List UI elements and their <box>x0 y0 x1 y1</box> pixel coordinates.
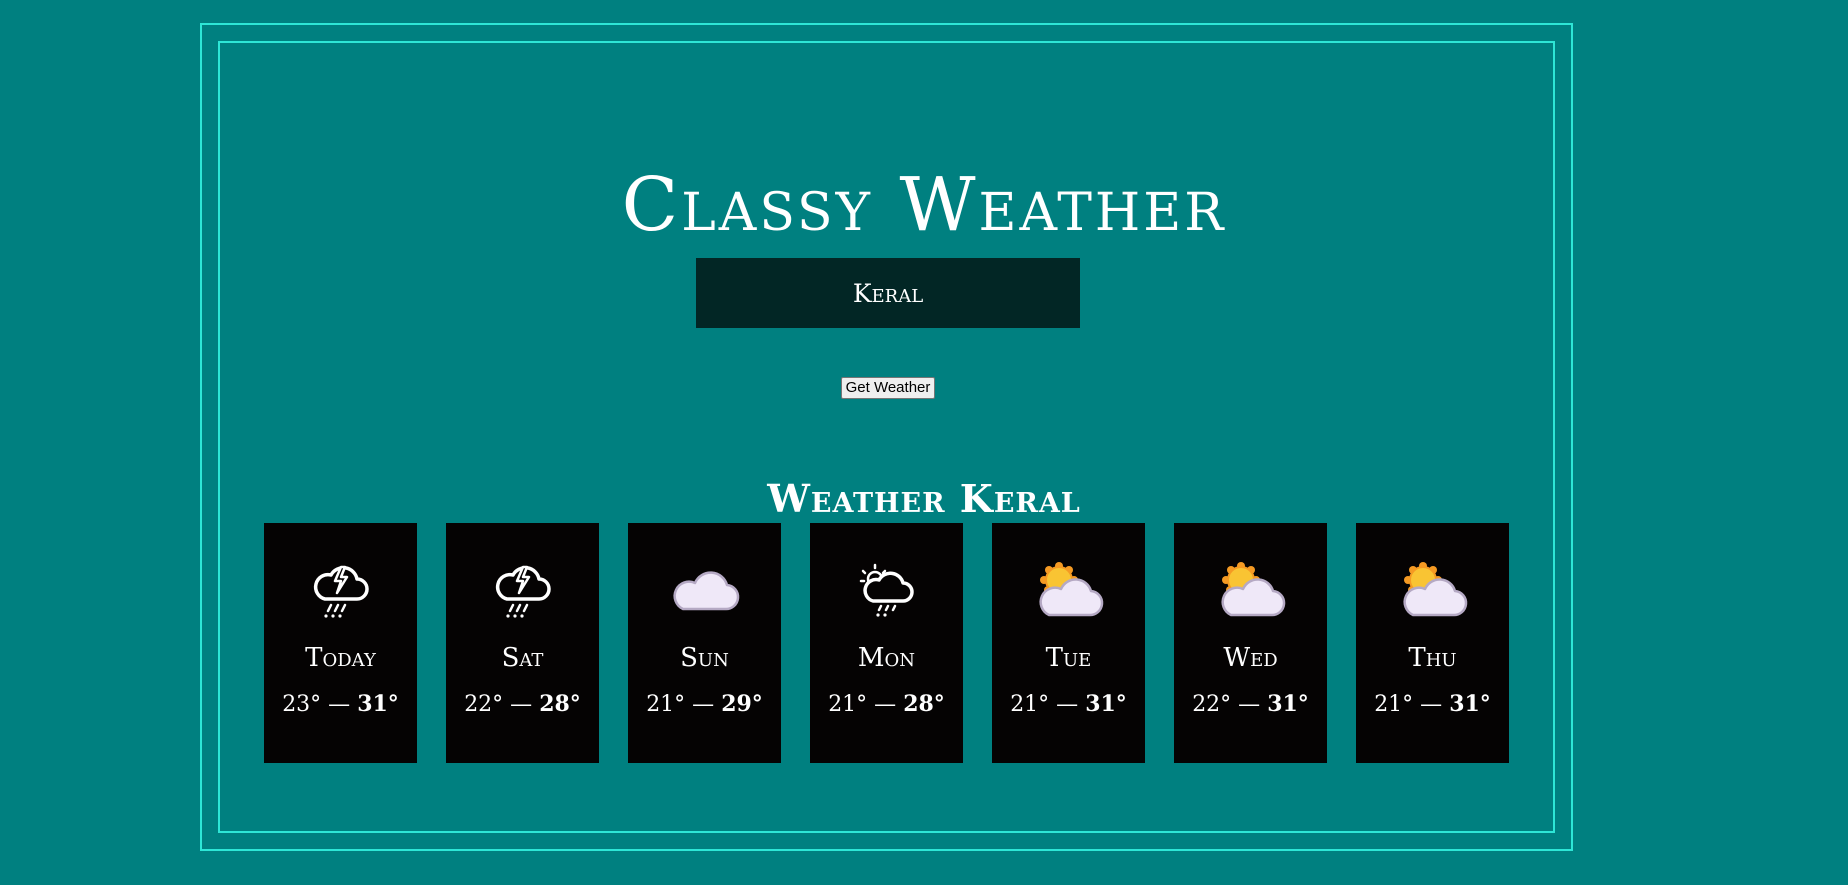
day-name: Today <box>305 643 376 673</box>
day-temperature: 21° — 31° <box>1356 693 1509 716</box>
temp-min: 22° <box>1192 692 1232 717</box>
cloud-icon <box>672 571 739 611</box>
app-title: Classy Weather <box>621 161 1227 248</box>
day-name: Sat <box>501 643 544 673</box>
temp-separator: — <box>321 692 358 717</box>
day-card-wed: Wed 22° — 31° <box>1174 523 1327 763</box>
day-card-sun: Sun 21° — 29° <box>628 523 781 763</box>
day-name: Wed <box>1223 643 1278 673</box>
partly-cloudy-icon <box>1038 562 1103 617</box>
forecast-heading: Weather Keral <box>767 475 1081 521</box>
temp-separator: — <box>685 692 722 717</box>
sun-cloud-drizzle-icon <box>859 563 914 617</box>
temp-min: 21° <box>1010 692 1050 717</box>
temp-separator: — <box>1413 692 1450 717</box>
forecast-list: Today 23° — 31° Sat 22° — 28° Sun 21° — … <box>264 523 1509 763</box>
temp-separator: — <box>1231 692 1268 717</box>
temp-max: 31° <box>1085 691 1127 717</box>
temp-max: 28° <box>539 691 581 717</box>
day-temperature: 22° — 28° <box>446 693 599 716</box>
day-card-today: Today 23° — 31° <box>264 523 417 763</box>
day-temperature: 21° — 29° <box>628 693 781 716</box>
partly-cloudy-icon <box>1402 562 1467 617</box>
day-temperature: 21° — 31° <box>992 693 1145 716</box>
temp-separator: — <box>503 692 540 717</box>
day-name: Mon <box>857 643 916 673</box>
day-card-tue: Tue 21° — 31° <box>992 523 1145 763</box>
day-card-sat: Sat 22° — 28° <box>446 523 599 763</box>
day-name: Thu <box>1408 643 1457 673</box>
day-name: Tue <box>1045 643 1092 673</box>
temp-min: 21° <box>1374 692 1414 717</box>
location-input[interactable] <box>696 258 1080 328</box>
temp-max: 31° <box>1449 691 1491 717</box>
temp-min: 23° <box>282 692 322 717</box>
day-temperature: 22° — 31° <box>1174 693 1327 716</box>
get-weather-button[interactable]: Get Weather <box>841 377 935 399</box>
day-card-mon: Mon 21° — 28° <box>810 523 963 763</box>
day-temperature: 21° — 28° <box>810 693 963 716</box>
temp-max: 28° <box>903 691 945 717</box>
thunderstorm-rain-icon <box>495 565 551 618</box>
thunderstorm-rain-icon <box>313 565 369 618</box>
partly-cloudy-icon <box>1220 562 1285 617</box>
day-temperature: 23° — 31° <box>264 693 417 716</box>
day-name: Sun <box>680 643 729 673</box>
temp-max: 31° <box>357 691 399 717</box>
temp-separator: — <box>1049 692 1086 717</box>
temp-max: 29° <box>721 691 763 717</box>
temp-min: 22° <box>464 692 504 717</box>
day-card-thu: Thu 21° — 31° <box>1356 523 1509 763</box>
temp-max: 31° <box>1267 691 1309 717</box>
temp-min: 21° <box>646 692 686 717</box>
temp-min: 21° <box>828 692 868 717</box>
temp-separator: — <box>867 692 904 717</box>
